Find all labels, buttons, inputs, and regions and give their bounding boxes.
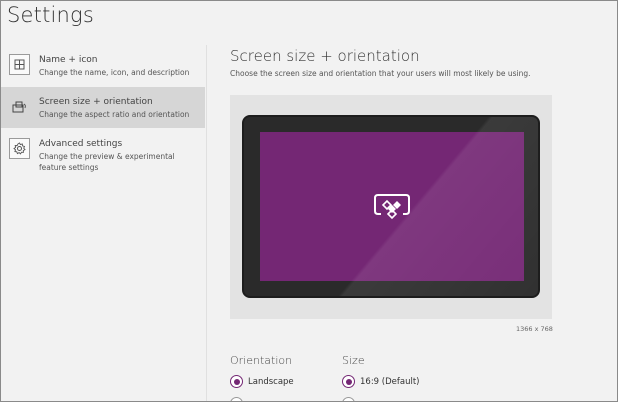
grid-icon bbox=[9, 54, 30, 75]
sidebar-item-screen-size[interactable]: Screen size + orientation Change the asp… bbox=[1, 87, 205, 128]
sidebar: Name + icon Change the name, icon, and d… bbox=[1, 45, 205, 401]
device-glare bbox=[244, 117, 538, 296]
page-title: Settings bbox=[7, 3, 95, 27]
size-16-9-label[interactable]: 16:9 (Default) bbox=[360, 377, 419, 387]
tablet-device bbox=[242, 115, 540, 298]
landscape-radio[interactable] bbox=[230, 375, 243, 388]
portrait-radio[interactable] bbox=[230, 397, 243, 401]
size-other-radio[interactable] bbox=[342, 397, 355, 401]
section-subtitle: Choose the screen size and orientation t… bbox=[230, 69, 531, 78]
sidebar-item-name-icon[interactable]: Name + icon Change the name, icon, and d… bbox=[1, 45, 205, 86]
sidebar-item-advanced-settings[interactable]: Advanced settings Change the preview & e… bbox=[1, 129, 205, 179]
screen-orientation-icon bbox=[9, 96, 30, 117]
sidebar-item-label: Advanced settings bbox=[39, 139, 123, 149]
sidebar-divider bbox=[206, 45, 207, 401]
gear-icon bbox=[9, 138, 30, 159]
orientation-label: Orientation bbox=[230, 354, 293, 367]
sidebar-item-description: Change the aspect ratio and orientation bbox=[39, 110, 190, 119]
sidebar-item-label: Screen size + orientation bbox=[39, 97, 153, 107]
settings-window: Settings Name + icon Change the name, ic… bbox=[0, 0, 618, 402]
sidebar-item-description: Change the name, icon, and description bbox=[39, 68, 190, 77]
device-preview bbox=[230, 95, 552, 319]
resolution-label: 1366 x 768 bbox=[516, 325, 553, 333]
section-title: Screen size + orientation bbox=[230, 47, 420, 65]
sidebar-item-description: Change the preview & experimental featur… bbox=[39, 152, 175, 172]
landscape-label[interactable]: Landscape bbox=[248, 377, 294, 387]
sidebar-item-label: Name + icon bbox=[39, 55, 98, 65]
size-label: Size bbox=[342, 354, 365, 367]
size-16-9-radio[interactable] bbox=[342, 375, 355, 388]
